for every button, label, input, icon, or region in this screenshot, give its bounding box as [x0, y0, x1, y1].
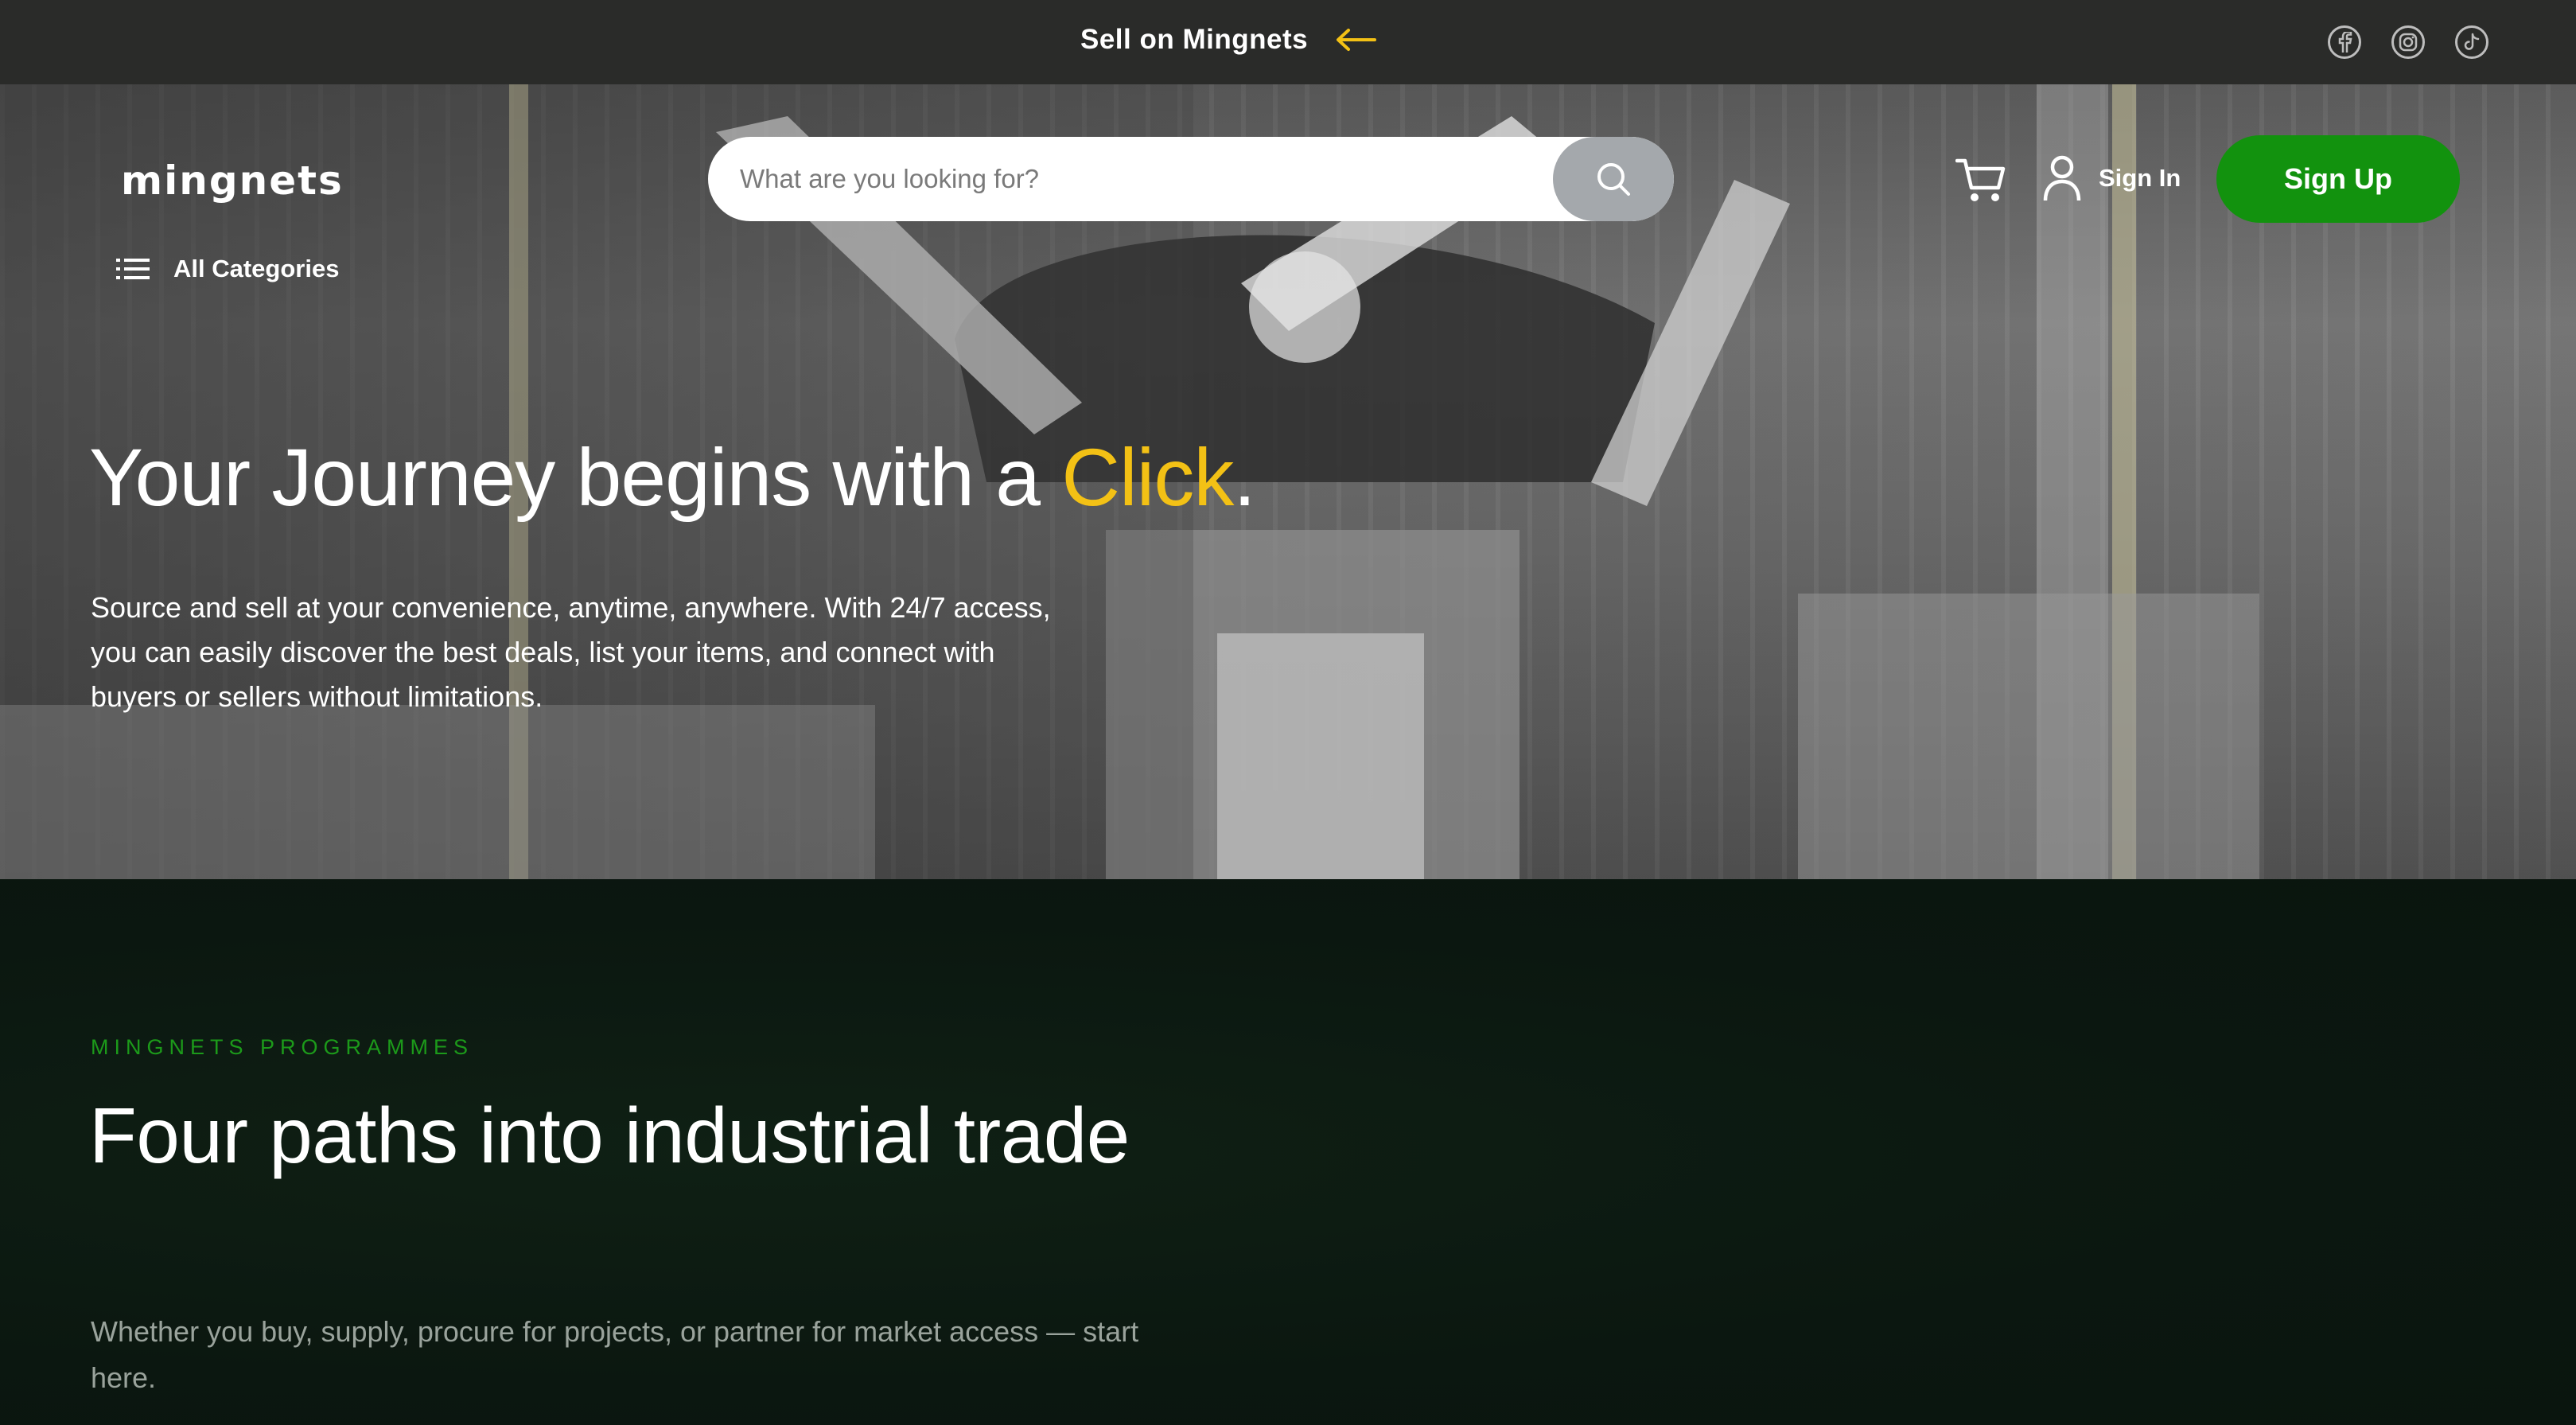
list-icon — [116, 259, 150, 279]
hero-title-start: Your Journey begins with a — [89, 432, 1062, 523]
cart-icon — [1955, 158, 2006, 201]
programmes-eyebrow: MINGNETS PROGRAMMES — [91, 1035, 474, 1059]
mingnets-logo[interactable]: mingnets — [121, 158, 344, 204]
programmes-title: Four paths into industrial trade — [89, 1092, 1130, 1179]
hero-description: Source and sell at your convenience, any… — [91, 591, 1051, 713]
sell-on-mingnets-link[interactable]: Sell on Mingnets — [1080, 24, 1377, 56]
facebook-icon[interactable] — [2328, 25, 2361, 59]
arrow-left-icon — [1335, 28, 1377, 52]
cart-button[interactable] — [1955, 156, 2006, 208]
search-bar — [708, 137, 1674, 221]
sell-on-mingnets-label: Sell on Mingnets — [1080, 24, 1309, 55]
search-button[interactable] — [1553, 137, 1674, 221]
user-icon — [2043, 155, 2081, 201]
search-icon — [1597, 163, 1630, 196]
hero-title-end: . — [1233, 432, 1255, 523]
all-categories-button[interactable]: All Categories — [116, 255, 339, 283]
search-input[interactable] — [708, 137, 1551, 221]
sign-in-label: Sign In — [2099, 164, 2181, 192]
hero-section: mingnets Sign In Sign Up All Categories … — [0, 84, 2576, 879]
hero-title-accent: Click — [1061, 432, 1234, 523]
sign-in-link[interactable]: Sign In — [2043, 154, 2181, 202]
instagram-icon[interactable] — [2391, 25, 2425, 59]
all-categories-label: All Categories — [173, 255, 340, 282]
top-bar: Sell on Mingnets — [0, 0, 2576, 84]
tiktok-icon[interactable] — [2455, 25, 2488, 59]
sign-up-button[interactable]: Sign Up — [2216, 135, 2460, 223]
programmes-section: MINGNETS PROGRAMMES Four paths into indu… — [0, 879, 2576, 1425]
hero-title: Your Journey begins with a Click. — [89, 431, 1256, 524]
programmes-description: Whether you buy, supply, procure for pro… — [91, 1315, 1139, 1394]
social-links — [2328, 25, 2488, 59]
